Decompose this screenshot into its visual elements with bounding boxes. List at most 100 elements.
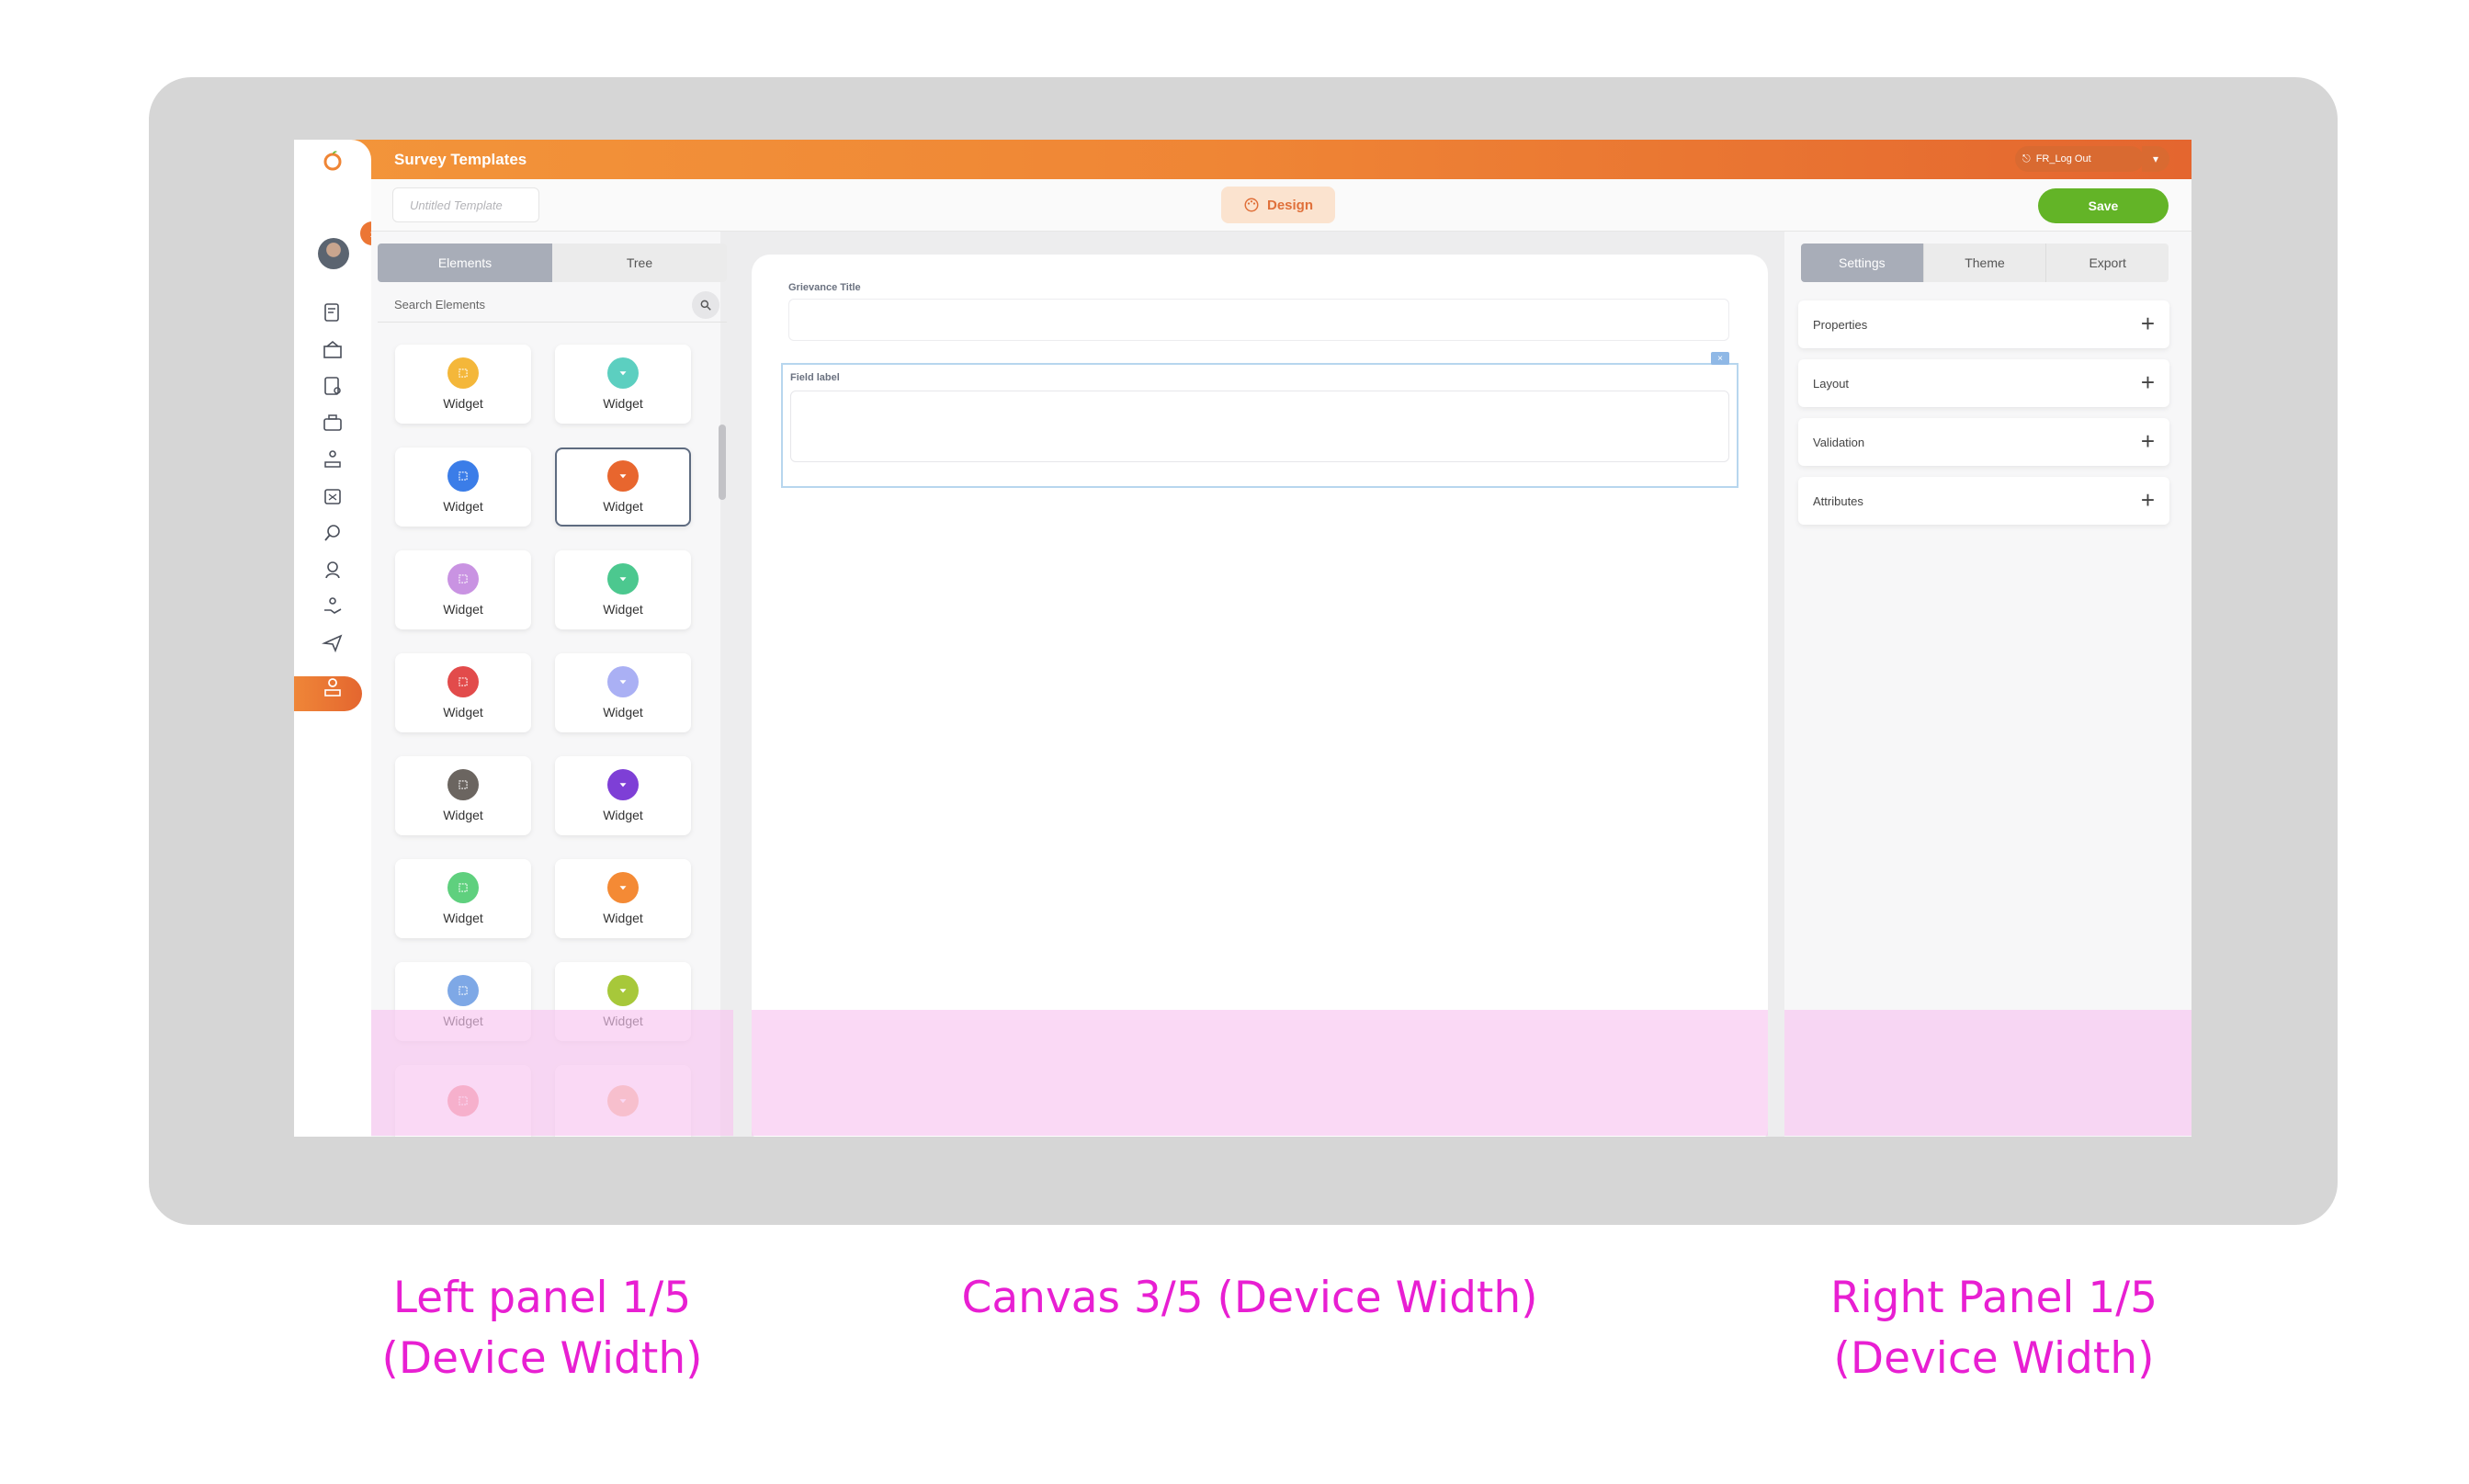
caption-line: Left panel 1/5: [392, 1273, 692, 1323]
dropdown-icon: [607, 460, 639, 492]
widget-label: Widget: [603, 808, 643, 822]
grievance-title-input[interactable]: [788, 299, 1729, 341]
dropdown-icon: [607, 872, 639, 903]
grid-icon: [447, 460, 479, 492]
right-panel: Settings Theme Export Properties + Layout…: [1784, 232, 2192, 1137]
orange-logo-icon: [323, 150, 342, 170]
widget-label: Widget: [443, 808, 483, 822]
design-button[interactable]: Design: [1221, 187, 1335, 223]
left-panel-tabs: Elements Tree: [378, 244, 727, 282]
accordion-validation[interactable]: Validation +: [1798, 418, 2169, 466]
app-logo[interactable]: [294, 140, 371, 179]
dropdown-icon: [607, 975, 639, 1006]
template-name-input[interactable]: Untitled Template: [392, 187, 539, 222]
sidebar-item-hierarchy-icon[interactable]: [317, 444, 348, 475]
accordion-label: Layout: [1813, 376, 1850, 391]
widget-card[interactable]: Widget: [555, 447, 691, 527]
right-panel-caption: Right Panel 1/5 (Device Width): [1801, 1268, 2187, 1389]
sub-header: Untitled Template Design Save: [371, 179, 2192, 232]
accordion-attributes[interactable]: Attributes +: [1798, 477, 2169, 525]
accordion-label: Attributes: [1813, 493, 1863, 508]
grid-icon: [447, 563, 479, 595]
accordion-properties[interactable]: Properties +: [1798, 300, 2169, 348]
tab-export[interactable]: Export: [2045, 244, 2169, 282]
widget-card[interactable]: Widget: [555, 345, 691, 424]
sidebar-item-toolbox-icon[interactable]: [317, 407, 348, 438]
sidebar: [294, 179, 371, 1137]
grid-icon: [447, 769, 479, 800]
grid-icon: [447, 975, 479, 1006]
selected-textarea-field[interactable]: × Field label: [781, 352, 1738, 488]
caption-line: (Device Width): [381, 1333, 703, 1384]
widget-card[interactable]: Widget: [555, 859, 691, 938]
design-label: Design: [1266, 197, 1313, 213]
plus-icon[interactable]: +: [2141, 429, 2155, 453]
tab-tree[interactable]: Tree: [552, 244, 727, 282]
app-screen: Survey Templates ⎋ FR_Log Out ▾ › Untitl…: [294, 140, 2192, 1137]
sidebar-item-document-icon[interactable]: [317, 297, 348, 328]
plus-icon[interactable]: +: [2141, 312, 2155, 335]
dropdown-icon: [607, 563, 639, 595]
search-placeholder: Search Elements: [394, 298, 485, 312]
left-panel-overlay: [371, 1010, 733, 1136]
sidebar-item-plane-icon[interactable]: [317, 628, 348, 659]
widget-card[interactable]: Widget: [555, 756, 691, 835]
widget-label: Widget: [443, 705, 483, 719]
logout-label: FR_Log Out: [2035, 153, 2091, 164]
widget-card[interactable]: Widget: [395, 345, 531, 424]
accordion-label: Properties: [1813, 317, 1868, 332]
widget-label: Widget: [443, 499, 483, 514]
chevron-down-icon[interactable]: ▾: [2142, 146, 2169, 172]
widget-label: Widget: [443, 911, 483, 925]
logout-button[interactable]: ⎋ FR_Log Out ▾: [2015, 146, 2169, 172]
widget-label: Widget: [603, 911, 643, 925]
right-panel-overlay: [1784, 1010, 2192, 1136]
search-icon[interactable]: [692, 291, 719, 319]
logout-icon: ⎋: [2022, 153, 2031, 164]
field-textarea[interactable]: [790, 391, 1729, 462]
accordion-layout[interactable]: Layout +: [1798, 359, 2169, 407]
tab-theme[interactable]: Theme: [1922, 244, 2046, 282]
caption-line: Right Panel 1/5: [1829, 1273, 2158, 1323]
widget-card[interactable]: Widget: [555, 653, 691, 732]
canvas-overlay: [752, 1010, 1768, 1136]
app-title: Survey Templates: [394, 151, 527, 168]
accordion-label: Validation: [1813, 435, 1865, 449]
widget-card[interactable]: Widget: [555, 550, 691, 629]
sidebar-item-calendar-icon[interactable]: [317, 481, 348, 512]
close-icon[interactable]: ×: [1711, 352, 1729, 365]
sidebar-item-user-icon[interactable]: [317, 554, 348, 585]
sidebar-item-hand-icon[interactable]: [317, 591, 348, 622]
widget-label: Widget: [603, 396, 643, 411]
left-panel-caption: Left panel 1/5 (Device Width): [358, 1268, 726, 1389]
widget-card[interactable]: Widget: [395, 447, 531, 527]
top-bar: Survey Templates ⎋ FR_Log Out ▾: [294, 140, 2192, 179]
form-canvas: Grievance Title × Field label: [752, 255, 1768, 1137]
plus-icon[interactable]: +: [2141, 488, 2155, 512]
plus-icon[interactable]: +: [2141, 370, 2155, 394]
save-button[interactable]: Save: [2038, 188, 2169, 223]
widget-card[interactable]: Widget: [395, 550, 531, 629]
widget-card[interactable]: Widget: [395, 653, 531, 732]
search-elements-input[interactable]: Search Elements: [378, 288, 727, 323]
sidebar-item-org-icon[interactable]: [317, 672, 348, 703]
grid-icon: [447, 872, 479, 903]
right-panel-tabs: Settings Theme Export: [1801, 244, 2169, 282]
left-panel: Elements Tree Search Elements Widget Widg…: [371, 232, 727, 1137]
widget-label: Widget: [603, 602, 643, 617]
tab-elements[interactable]: Elements: [378, 244, 552, 282]
sidebar-item-search-icon[interactable]: [317, 517, 348, 549]
widget-label: Widget: [603, 705, 643, 719]
dropdown-icon: [607, 666, 639, 697]
widget-label: Widget: [443, 396, 483, 411]
canvas-caption: Canvas 3/5 (Device Width): [956, 1268, 1544, 1329]
caption-line: (Device Width): [1833, 1333, 2155, 1384]
tab-settings[interactable]: Settings: [1801, 244, 1923, 282]
palette-icon: [1244, 198, 1259, 212]
widget-card[interactable]: Widget: [395, 756, 531, 835]
sidebar-item-report-icon[interactable]: [317, 370, 348, 402]
sidebar-item-building-icon[interactable]: [317, 334, 348, 365]
widget-card[interactable]: Widget: [395, 859, 531, 938]
left-panel-scrollbar[interactable]: [719, 425, 726, 500]
avatar[interactable]: [318, 238, 349, 269]
